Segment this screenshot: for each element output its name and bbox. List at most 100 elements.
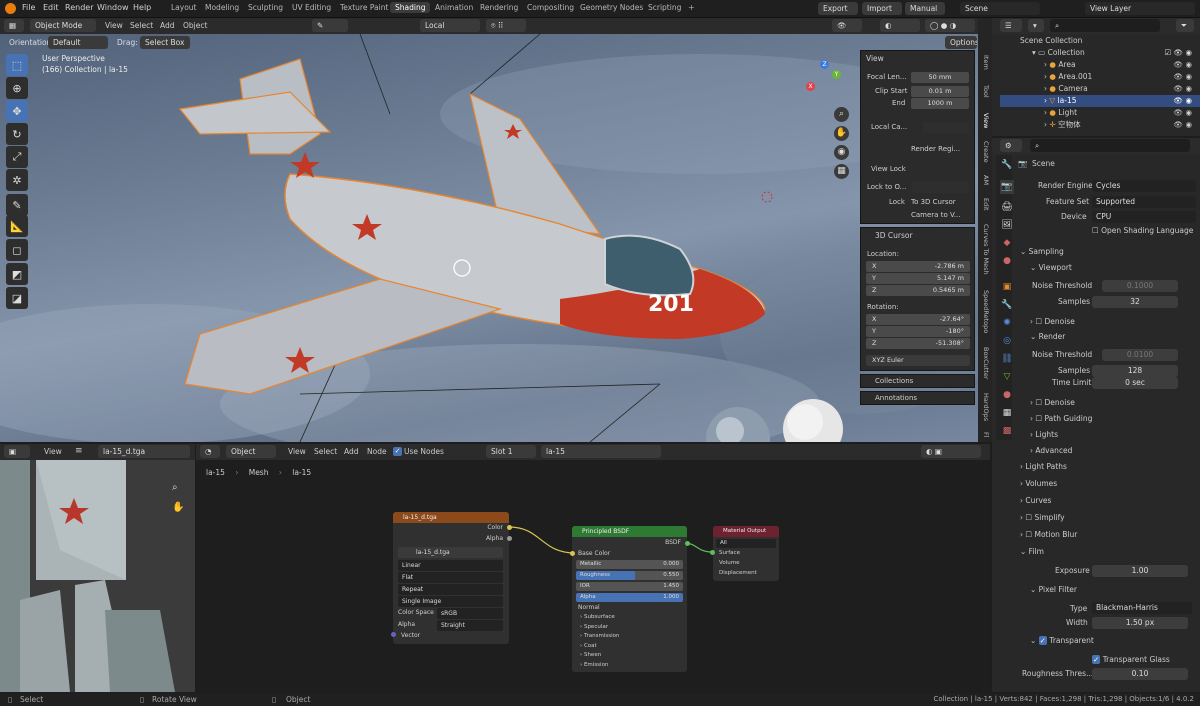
import-button[interactable]: Import <box>862 2 902 15</box>
transparent-glass-checkbox[interactable]: ✓ Transparent Glass <box>1092 655 1170 664</box>
roughness-field[interactable]: Roughness 0.550 <box>576 571 683 580</box>
scene-tab-icon[interactable]: ◆ <box>1000 236 1014 250</box>
transform-orientation-dropdown[interactable]: Local <box>420 19 480 32</box>
image-view-menu[interactable]: View <box>44 447 62 456</box>
rotate-tool-icon[interactable]: ↻ <box>6 123 28 145</box>
sidetab-am[interactable]: AM <box>978 175 990 185</box>
image-texture-node[interactable]: la-15_d.tga Color Alpha la-15_d.tga Line… <box>393 512 509 644</box>
principled-bsdf-node[interactable]: Principled BSDF BSDF Base Color Metallic… <box>572 526 687 672</box>
scene-selector[interactable]: Scene <box>960 2 1040 15</box>
menu-render[interactable]: Render <box>65 3 93 12</box>
outliner-item-light[interactable]: › ● Light 👁 ◉ <box>1000 107 1200 119</box>
transform-tool-icon[interactable]: ✲ <box>6 169 28 191</box>
boxcutter-tool-icon[interactable]: ◩ <box>6 263 28 285</box>
outliner-filter-icon[interactable]: ▾ <box>1028 19 1044 32</box>
menu-help[interactable]: Help <box>133 3 151 12</box>
node-editor-type-icon[interactable]: ◔ <box>200 445 220 458</box>
view-layer-selector[interactable]: View Layer <box>1085 2 1195 15</box>
hardops-tool-icon[interactable]: ◪ <box>6 287 28 309</box>
node-menu-node[interactable]: Node <box>367 447 387 456</box>
texture-image-field[interactable]: la-15_d.tga <box>398 547 503 558</box>
image-editor-canvas[interactable]: ⌕ ✋ <box>0 460 195 692</box>
sidetab-create[interactable]: Create <box>978 141 990 163</box>
sidetab-hardops[interactable]: HardOps <box>978 393 990 421</box>
use-nodes-checkbox[interactable]: ✓ <box>393 447 402 456</box>
time-limit-field[interactable]: 0 sec <box>1092 377 1178 389</box>
outliner-item-camera[interactable]: › ● Camera 👁 ◉ <box>1000 83 1200 95</box>
sidetab-item[interactable]: Item <box>978 55 990 70</box>
menu-edit[interactable]: Edit <box>43 3 59 12</box>
color-socket[interactable] <box>507 525 512 530</box>
filter-type-dropdown[interactable]: Blackman-Harris <box>1092 602 1192 614</box>
workspace-tab-compositing[interactable]: Compositing <box>527 3 574 12</box>
viewport-menu-object[interactable]: Object <box>183 21 207 30</box>
subsurface-panel[interactable]: › Subsurface <box>580 614 615 620</box>
move-tool-icon[interactable]: ✥ <box>6 100 28 122</box>
cursor-rotation-x[interactable]: X -27.64° <box>866 314 970 325</box>
material-browse-field[interactable]: la-15 <box>541 445 661 458</box>
material-output-node[interactable]: Material Output All Surface Volume Displ… <box>713 526 779 581</box>
workspace-tab-texture-paint[interactable]: Texture Paint <box>340 3 388 12</box>
outliner-item-empty[interactable]: › ✛ 空物体 👁 ◉ <box>1000 119 1200 131</box>
outliner-scene-collection[interactable]: Scene Collection <box>1000 35 1200 47</box>
clip-end-field[interactable]: 1000 m <box>911 98 969 109</box>
orientation-dropdown[interactable]: Default <box>48 36 108 49</box>
physics-tab-icon[interactable]: ◎ <box>1000 334 1014 348</box>
extension-dropdown[interactable]: Repeat <box>398 584 503 595</box>
rotation-mode-dropdown[interactable]: XYZ Euler <box>866 355 970 366</box>
view-layer-tab-icon[interactable]: 🖼 <box>1000 218 1014 232</box>
node-menu-add[interactable]: Add <box>344 447 359 456</box>
cursor-rotation-z[interactable]: Z -51.308° <box>866 338 970 349</box>
eyedropper-icon[interactable]: ✎ <box>312 19 348 32</box>
workspace-tab-rendering[interactable]: Rendering <box>480 3 518 12</box>
cursor-tool-icon[interactable]: ⊕ <box>6 77 28 99</box>
manual-button[interactable]: Manual <box>905 2 945 15</box>
world-tab-icon[interactable]: ● <box>1000 254 1014 268</box>
particles-tab-icon[interactable]: ✺ <box>1000 316 1014 330</box>
workspace-tab-sculpting[interactable]: Sculpting <box>248 3 283 12</box>
outliner-item-area[interactable]: › ● Area 👁 ◉ <box>1000 59 1200 71</box>
snap-icon[interactable]: ⌾ ⠿ <box>486 19 526 32</box>
sidetab-view[interactable]: View <box>978 113 990 128</box>
scale-tool-icon[interactable]: ⤢ <box>6 146 28 168</box>
data-tab-icon[interactable]: ▽ <box>1000 370 1014 384</box>
filter-width-field[interactable]: 1.50 px <box>1092 617 1188 629</box>
overlays-icon[interactable]: ◐ <box>880 19 920 32</box>
node-overlay-icon[interactable]: ◐ ▣ <box>921 445 981 458</box>
sidetab-boxcutter[interactable]: BoxCutter <box>978 347 990 380</box>
image-browse-field[interactable]: la-15_d.tga <box>98 445 190 458</box>
outliner-item-area-001[interactable]: › ● Area.001 👁 ◉ <box>1000 71 1200 83</box>
add-cube-tool-icon[interactable]: ◻ <box>6 239 28 261</box>
camera-to-view-checkbox[interactable]: Camera to V... <box>911 211 961 219</box>
transmission-panel[interactable]: › Transmission <box>580 633 619 639</box>
surface-socket[interactable] <box>710 550 715 555</box>
hamburger-menu-icon[interactable]: ≡ <box>75 446 83 456</box>
osl-checkbox[interactable]: ☐ Open Shading Language <box>1092 226 1193 235</box>
editor-type-icon[interactable]: ▦ <box>4 19 24 32</box>
vp-noise-field[interactable]: 0.1000 <box>1102 280 1178 292</box>
roughness-threshold-field[interactable]: 0.10 <box>1092 668 1188 680</box>
texture-node-title[interactable]: la-15_d.tga <box>393 512 509 523</box>
motion-blur-panel[interactable]: › ☐ Motion Blur <box>1020 530 1077 539</box>
color-space-dropdown[interactable]: sRGB <box>437 608 503 619</box>
zoom-icon[interactable]: ⌕ <box>834 107 849 122</box>
viewport-menu-view[interactable]: View <box>105 21 123 30</box>
collections-panel[interactable]: Collections <box>860 374 975 388</box>
options-button[interactable]: Options <box>945 36 977 49</box>
view-lock-title[interactable]: View Lock <box>871 165 906 173</box>
vector-socket[interactable] <box>391 632 396 637</box>
properties-search-input[interactable]: ⌕ <box>1030 139 1190 152</box>
slot-dropdown[interactable]: Slot 1 <box>486 445 536 458</box>
visibility-icon[interactable]: 👁 <box>832 19 862 32</box>
object-tab-icon[interactable]: ▣ <box>1000 280 1014 294</box>
render-region-checkbox[interactable]: Render Regi... <box>911 145 960 153</box>
constraints-tab-icon[interactable]: ⛓ <box>1000 352 1014 366</box>
annotations-panel[interactable]: Annotations <box>860 391 975 405</box>
advanced-subpanel[interactable]: › Advanced <box>1030 446 1072 455</box>
viewport-menu-select[interactable]: Select <box>130 21 153 30</box>
outliner-item-la15[interactable]: › ▽ la-15 👁 ◉ <box>1000 95 1200 107</box>
ortho-grid-icon[interactable]: ▦ <box>834 164 849 179</box>
3d-viewport[interactable]: Orientation: Default Drag: Select Box Op… <box>0 34 978 442</box>
image-editor-type-icon[interactable]: ▣ <box>4 445 30 458</box>
export-button[interactable]: Export <box>818 2 858 15</box>
